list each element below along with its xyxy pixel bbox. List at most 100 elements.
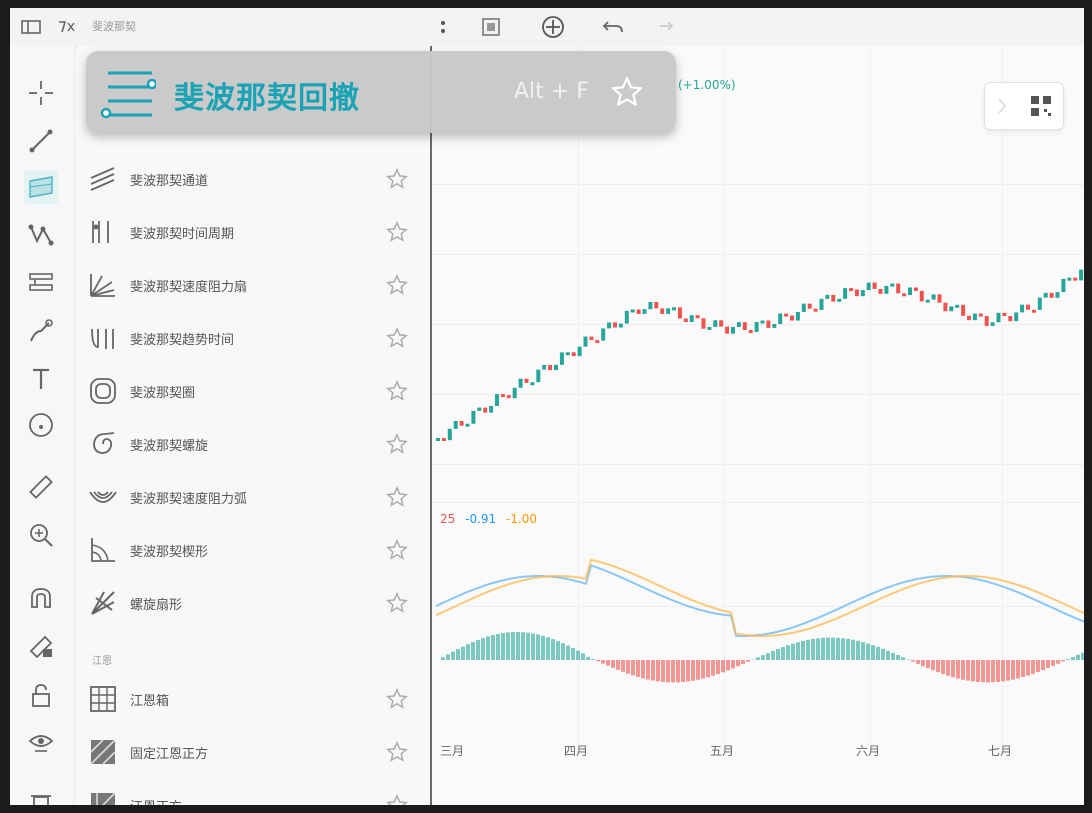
trendline-icon[interactable] <box>24 124 58 158</box>
histogram-bar <box>836 637 840 660</box>
menu-item-fib-wedge[interactable]: 斐波那契楔形 <box>78 527 430 573</box>
chart-pane[interactable]: (+1.00%) 25 -0.91 -1.00 三月 四月 五月 六月 七月 <box>432 46 1084 805</box>
candle <box>683 318 688 323</box>
menu-item-fib-speed-arcs[interactable]: 斐波那契速度阻力弧 <box>78 474 430 520</box>
lock-icon[interactable] <box>24 678 58 712</box>
histogram-bar <box>981 660 985 683</box>
menu-item-fib-circles[interactable]: 斐波那契圈 <box>78 368 430 414</box>
emoji-icon[interactable] <box>24 408 58 442</box>
star-outline-icon[interactable] <box>386 221 408 243</box>
candle <box>1020 304 1025 313</box>
histogram-bar <box>1041 660 1045 671</box>
candle <box>536 369 541 383</box>
fib-icon[interactable] <box>24 170 58 204</box>
star-outline-icon[interactable] <box>386 741 408 763</box>
candle <box>589 336 594 341</box>
star-outline-icon[interactable] <box>386 539 408 561</box>
candle <box>843 288 848 299</box>
histogram-bar <box>476 639 480 660</box>
candle <box>624 310 629 324</box>
candle <box>831 294 836 302</box>
zoom-in-icon[interactable] <box>24 518 58 552</box>
x-tick-label: 三月 <box>440 744 465 758</box>
star-outline-icon[interactable] <box>386 168 408 190</box>
candle <box>784 313 789 317</box>
candle <box>530 382 535 386</box>
candle <box>524 378 529 383</box>
fibonacci-tools-menu: 斐波那契通道 斐波那契时间周期 斐波那契速度阻力扇 斐波那契趋势时间 斐波那契圈… <box>78 46 433 805</box>
histogram-bar <box>701 660 705 679</box>
menu-item-gann-square-fixed[interactable]: 固定江恩正方 <box>78 729 430 775</box>
lock-drawing-icon[interactable] <box>24 630 58 664</box>
star-outline-icon[interactable] <box>386 380 408 402</box>
templates-icon[interactable] <box>478 14 504 40</box>
x-tick-label: 四月 <box>564 744 589 758</box>
histogram-bar <box>946 660 950 676</box>
histogram-bar <box>991 660 995 683</box>
fib-trend-time-icon <box>91 328 114 349</box>
candle <box>884 285 889 294</box>
price-chart[interactable] <box>432 46 1084 746</box>
histogram-bar <box>746 660 750 662</box>
histogram-bar <box>446 654 450 660</box>
magnet-icon[interactable] <box>24 582 58 616</box>
candle <box>666 308 671 314</box>
section-header-gann: 江恩 <box>92 656 112 667</box>
histogram-bar <box>846 638 850 660</box>
crosshair-icon[interactable] <box>24 76 58 110</box>
fib-spiral-icon <box>93 432 115 454</box>
histogram-bar <box>731 660 735 669</box>
candle <box>890 283 895 287</box>
histogram-bar <box>1001 660 1005 682</box>
star-outline-icon[interactable] <box>386 433 408 455</box>
add-plus-icon[interactable] <box>540 14 566 40</box>
histogram-bar <box>996 660 1000 682</box>
star-outline-icon[interactable] <box>386 794 408 805</box>
histogram-bar <box>911 660 915 662</box>
menu-item-fib-speed-fan[interactable]: 斐波那契速度阻力扇 <box>78 262 430 308</box>
menu-item-fib-channel[interactable]: 斐波那契通道 <box>78 156 430 202</box>
menu-item-fib-spiral[interactable]: 斐波那契螺旋 <box>78 421 430 467</box>
star-outline-icon[interactable] <box>386 592 408 614</box>
star-outline-icon[interactable] <box>386 327 408 349</box>
brush-icon[interactable] <box>24 314 58 348</box>
candle <box>618 323 623 328</box>
menu-item-gann-box[interactable]: 江恩箱 <box>78 676 430 722</box>
histogram-bar <box>546 637 550 660</box>
pattern-icon[interactable] <box>24 218 58 252</box>
layout-icon[interactable] <box>18 14 44 40</box>
histogram-bar <box>726 660 730 671</box>
menu-item-pitchfan[interactable]: 螺旋扇形 <box>78 580 430 626</box>
star-outline-icon[interactable] <box>386 274 408 296</box>
prediction-icon[interactable] <box>24 266 58 300</box>
histogram-bar <box>511 632 515 660</box>
candle <box>689 315 694 323</box>
eye-icon[interactable] <box>24 726 58 760</box>
histogram-bar <box>531 633 535 660</box>
candle <box>471 410 476 424</box>
candle <box>500 394 505 398</box>
indicator-icon[interactable] <box>54 14 80 40</box>
chart-type-icon[interactable] <box>430 14 456 40</box>
candle <box>1002 312 1007 317</box>
histogram-bar <box>611 660 615 668</box>
candle <box>719 320 724 327</box>
histogram-bar <box>1076 654 1080 660</box>
menu-item-fib-trend-time[interactable]: 斐波那契趋势时间 <box>78 315 430 361</box>
histogram-bar <box>601 660 605 664</box>
ruler-icon[interactable] <box>24 470 58 504</box>
histogram-bar <box>586 656 590 660</box>
redo-icon[interactable] <box>650 14 676 40</box>
trash-icon[interactable] <box>24 786 58 805</box>
menu-item-label: 斐波那契速度阻力扇 <box>130 280 248 295</box>
star-outline-icon[interactable] <box>610 75 644 109</box>
menu-item-fib-time-zone[interactable]: 斐波那契时间周期 <box>78 209 430 255</box>
candle <box>583 336 588 347</box>
star-outline-icon[interactable] <box>386 688 408 710</box>
star-outline-icon[interactable] <box>386 486 408 508</box>
text-icon[interactable] <box>24 362 58 396</box>
candle <box>1037 297 1042 310</box>
undo-icon[interactable] <box>600 14 626 40</box>
menu-item-gann-square[interactable]: 江恩正方 <box>78 782 430 805</box>
candle <box>996 312 1001 323</box>
